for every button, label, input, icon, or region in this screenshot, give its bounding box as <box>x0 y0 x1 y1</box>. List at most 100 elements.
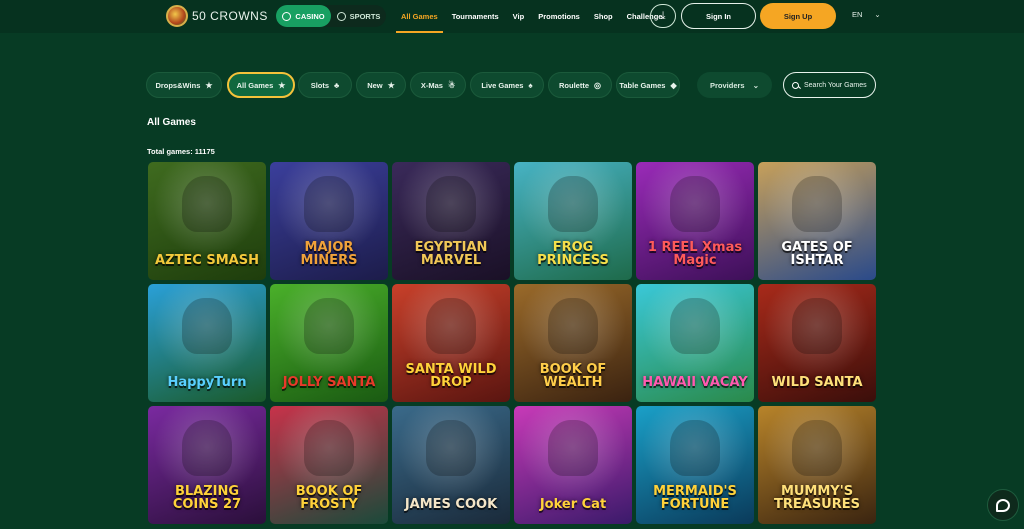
star-icon: ★ <box>387 80 395 90</box>
casino-sports-switch: CASINO SPORTS <box>276 5 386 27</box>
game-art <box>792 298 842 354</box>
filter-all-games[interactable]: All Games ★ <box>227 72 295 98</box>
game-title: MAJOR MINERS <box>300 239 358 269</box>
crown-logo-icon <box>166 5 188 27</box>
game-art <box>670 176 720 232</box>
star-icon: ★ <box>278 80 286 90</box>
casino-tab[interactable]: CASINO <box>276 5 331 27</box>
game-card[interactable]: 1 REEL Xmas Magic <box>636 162 754 280</box>
game-card[interactable]: SANTA WILD DROP <box>392 284 510 402</box>
site-logo[interactable]: 50 CROWNS <box>166 4 268 28</box>
game-card[interactable]: HappyTurn <box>148 284 266 402</box>
game-art <box>304 420 354 476</box>
sign-in-button[interactable]: Sign In <box>681 3 756 29</box>
filter-roulette[interactable]: Roulette ◎ <box>548 72 612 98</box>
pill-label: Slots <box>310 80 330 90</box>
game-card[interactable]: MAJOR MINERS <box>270 162 388 280</box>
game-title: Joker Cat <box>539 497 607 513</box>
page-title: All Games <box>147 117 196 128</box>
game-art <box>548 298 598 354</box>
game-card[interactable]: HAWAII VACAY <box>636 284 754 402</box>
pill-label: Drops&Wins <box>155 80 201 90</box>
chip-icon: ◆ <box>670 80 677 90</box>
game-card[interactable]: JAMES COOK <box>392 406 510 524</box>
snowman-icon: ☃ <box>447 80 456 90</box>
game-art <box>548 420 598 476</box>
game-card[interactable]: BLAZING COINS 27 <box>148 406 266 524</box>
game-title: 1 REEL Xmas Magic <box>647 239 743 269</box>
game-card[interactable]: BOOK OF WEALTH <box>514 284 632 402</box>
game-title: AZTEC SMASH <box>155 253 259 269</box>
game-art <box>182 420 232 476</box>
spade-icon <box>282 11 292 21</box>
filter-xmas[interactable]: X-Mas ☃ <box>410 72 466 98</box>
filter-new[interactable]: New ★ <box>356 72 406 98</box>
game-title: HappyTurn <box>167 375 247 391</box>
game-art <box>426 176 476 232</box>
filter-live-games[interactable]: Live Games ♠ <box>470 72 544 98</box>
games-grid: AZTEC SMASH MAJOR MINERS EGYPTIAN MARVEL FR… <box>148 162 877 524</box>
providers-dropdown[interactable]: Providers ⌄ <box>697 72 772 98</box>
game-card[interactable]: AZTEC SMASH <box>148 162 266 280</box>
sports-label: SPORTS <box>349 11 381 21</box>
game-card[interactable]: MUMMY'S TREASURES <box>758 406 876 524</box>
soccer-ball-icon <box>336 11 346 21</box>
sign-up-button[interactable]: Sign Up <box>760 3 836 29</box>
game-art <box>670 420 720 476</box>
chevron-down-icon: ⌄ <box>874 10 881 19</box>
cherries-icon: ♣ <box>334 80 340 90</box>
filter-slots[interactable]: Slots ♣ <box>298 72 352 98</box>
total-games-count: Total games: 11175 <box>147 147 215 156</box>
game-card[interactable]: FROG PRINCESS <box>514 162 632 280</box>
download-button[interactable]: ⤓ <box>650 4 676 28</box>
search-placeholder: Search Your Games <box>804 81 867 89</box>
game-title: BLAZING COINS 27 <box>172 483 242 513</box>
language-selector[interactable]: EN ⌄ <box>852 10 881 19</box>
game-title: MERMAID'S FORTUNE <box>653 483 737 513</box>
game-art <box>182 176 232 232</box>
game-title: WILD SANTA <box>771 375 863 391</box>
game-title: SANTA WILD DROP <box>405 361 497 391</box>
logo-text: 50 CROWNS <box>192 9 268 23</box>
pill-label: X-Mas <box>420 80 443 90</box>
language-label: EN <box>852 10 863 19</box>
game-art <box>182 298 232 354</box>
game-title: FROG PRINCESS <box>537 239 609 269</box>
game-art <box>304 176 354 232</box>
filter-table-games[interactable]: Table Games ◆ <box>616 72 680 98</box>
game-title: HAWAII VACAY <box>642 375 748 391</box>
game-title: JAMES COOK <box>404 497 498 513</box>
game-art <box>792 176 842 232</box>
game-card[interactable]: BOOK OF FROSTY <box>270 406 388 524</box>
game-title: BOOK OF FROSTY <box>295 483 363 513</box>
game-title: MUMMY'S TREASURES <box>774 483 860 513</box>
game-card[interactable]: JOLLY SANTA <box>270 284 388 402</box>
game-title: GATES OF ISHTAR <box>781 239 853 269</box>
providers-label: Providers <box>710 80 745 90</box>
nav-shop[interactable]: Shop <box>587 0 620 33</box>
nav-all-games[interactable]: All Games <box>394 0 445 33</box>
game-card[interactable]: MERMAID'S FORTUNE <box>636 406 754 524</box>
top-header: 50 CROWNS CASINO SPORTS All Games Tourna… <box>0 0 1024 33</box>
casino-label: CASINO <box>295 11 325 21</box>
game-card[interactable]: GATES OF ISHTAR <box>758 162 876 280</box>
game-art <box>792 420 842 476</box>
search-input[interactable]: Search Your Games <box>783 72 876 98</box>
pill-label: New <box>367 80 383 90</box>
star-icon: ★ <box>205 80 213 90</box>
game-card[interactable]: Joker Cat <box>514 406 632 524</box>
download-icon: ⤓ <box>660 9 666 22</box>
game-art <box>670 298 720 354</box>
pill-label: Table Games <box>619 80 666 90</box>
nav-vip[interactable]: Vip <box>506 0 532 33</box>
game-card[interactable]: WILD SANTA <box>758 284 876 402</box>
game-art <box>426 420 476 476</box>
nav-promotions[interactable]: Promotions <box>531 0 587 33</box>
sports-tab[interactable]: SPORTS <box>331 5 386 27</box>
filter-drops-wins[interactable]: Drops&Wins ★ <box>146 72 222 98</box>
chat-icon <box>996 498 1010 512</box>
game-card[interactable]: EGYPTIAN MARVEL <box>392 162 510 280</box>
nav-tournaments[interactable]: Tournaments <box>445 0 506 33</box>
live-chat-button[interactable] <box>987 489 1019 521</box>
pill-label: All Games <box>236 80 274 90</box>
